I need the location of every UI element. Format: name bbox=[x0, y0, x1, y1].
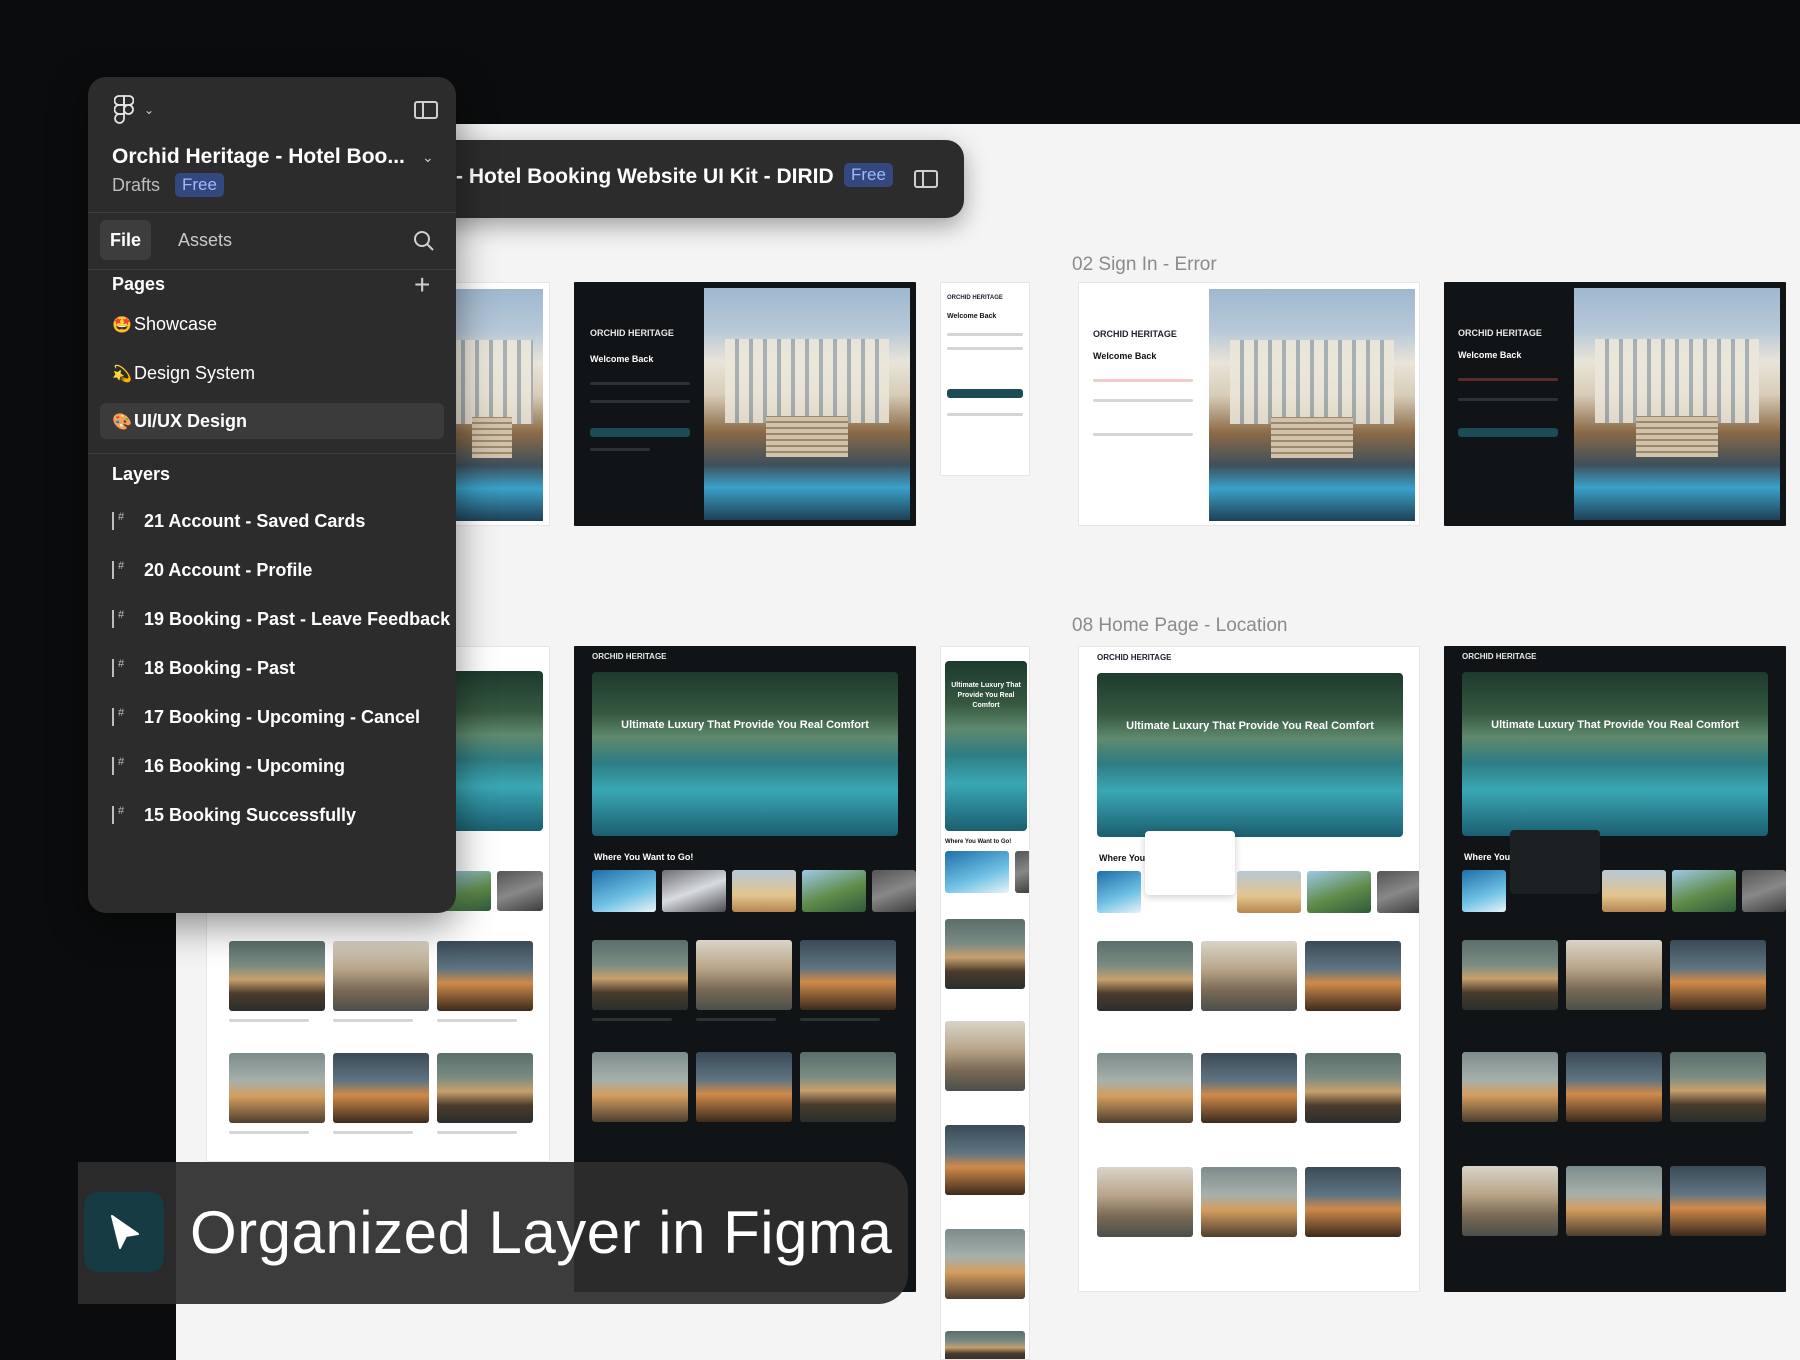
file-title-bar: - Hotel Booking Website UI Kit - DIRID F… bbox=[434, 140, 964, 218]
layer-item[interactable]: 21 Account - Saved Cards bbox=[112, 502, 448, 536]
layer-item[interactable]: 20 Account - Profile bbox=[112, 551, 448, 585]
layer-item-label: 21 Account - Saved Cards bbox=[144, 511, 366, 531]
frame-home-location-light[interactable]: ORCHID HERITAGE Ultimate Luxury That Pro… bbox=[1078, 646, 1420, 1292]
file-name[interactable]: Orchid Heritage - Hotel Boo... bbox=[112, 145, 405, 169]
cursor-arrow-icon bbox=[111, 1215, 139, 1249]
layer-item-label: 19 Booking - Past - Leave Feedback bbox=[144, 609, 451, 629]
cursor-badge bbox=[84, 1192, 164, 1272]
page-item-design-system[interactable]: 💫 Design System bbox=[100, 355, 444, 391]
page-item-showcase[interactable]: 🤩 Showcase bbox=[100, 306, 444, 342]
layer-item[interactable]: 15 Booking Successfully bbox=[112, 796, 448, 830]
banner-headline: Organized Layer in Figma bbox=[190, 1199, 893, 1266]
sidebar-toggle-icon[interactable] bbox=[914, 170, 938, 188]
frame-sign-in-mobile[interactable]: ORCHID HERITAGE Welcome Back bbox=[940, 282, 1030, 476]
frame-sign-in-error-dark[interactable]: ORCHID HERITAGE Welcome Back bbox=[1444, 282, 1786, 526]
frame-sign-in-dark[interactable]: ORCHID HERITAGE Welcome Back bbox=[574, 282, 916, 526]
frame-icon bbox=[112, 649, 126, 679]
page-item-ui-ux-design[interactable]: 🎨 UI/UX Design bbox=[100, 403, 444, 439]
page-emoji: 🎨 bbox=[112, 414, 132, 431]
search-icon[interactable] bbox=[413, 230, 435, 252]
layer-item-label: 18 Booking - Past bbox=[144, 658, 296, 678]
file-location[interactable]: Drafts bbox=[112, 175, 160, 196]
brand-logo: ORCHID HERITAGE bbox=[590, 328, 674, 338]
frame-section-label: 02 Sign In - Error bbox=[1072, 254, 1217, 275]
page-emoji: 💫 bbox=[112, 366, 132, 383]
frame-icon bbox=[112, 796, 126, 826]
page-item-label: Showcase bbox=[134, 314, 218, 334]
welcome-heading: Welcome Back bbox=[590, 354, 654, 364]
tab-assets[interactable]: Assets bbox=[168, 220, 242, 260]
layer-item-label: 20 Account - Profile bbox=[144, 560, 313, 580]
frame-icon bbox=[112, 502, 126, 532]
figma-left-panel: ⌄ Orchid Heritage - Hotel Boo... ⌄ Draft… bbox=[88, 77, 456, 913]
menu-chevron-down-icon[interactable]: ⌄ bbox=[144, 103, 154, 117]
plan-badge: Free bbox=[175, 173, 224, 197]
layer-item-label: 15 Booking Successfully bbox=[144, 805, 357, 825]
pages-heading: Pages bbox=[112, 274, 166, 294]
add-page-icon[interactable]: + bbox=[414, 271, 430, 299]
file-title: - Hotel Booking Website UI Kit - DIRID bbox=[456, 165, 834, 188]
frame-section-label: 08 Home Page - Location bbox=[1072, 615, 1288, 636]
file-menu-chevron-icon[interactable]: ⌄ bbox=[422, 149, 434, 166]
frame-icon bbox=[112, 600, 126, 630]
frame-icon bbox=[112, 551, 126, 581]
layers-heading: Layers bbox=[112, 464, 171, 484]
panel-toggle-icon[interactable] bbox=[414, 101, 438, 119]
page-item-label: Design System bbox=[134, 363, 256, 383]
layer-item[interactable]: 18 Booking - Past bbox=[112, 649, 448, 683]
frame-icon bbox=[112, 698, 126, 728]
frame-home-location-dark[interactable]: ORCHID HERITAGE Ultimate Luxury That Pro… bbox=[1444, 646, 1786, 1292]
layer-item[interactable]: 17 Booking - Upcoming - Cancel bbox=[112, 698, 448, 732]
page-item-label: UI/UX Design bbox=[134, 411, 248, 431]
layer-item-label: 17 Booking - Upcoming - Cancel bbox=[144, 707, 421, 727]
tab-file[interactable]: File bbox=[100, 220, 152, 260]
frame-icon bbox=[112, 747, 126, 777]
layer-item-label: 16 Booking - Upcoming bbox=[144, 756, 346, 776]
frame-sign-in-error-light[interactable]: ORCHID HERITAGE Welcome Back bbox=[1078, 282, 1420, 526]
page-emoji: 🤩 bbox=[112, 317, 132, 334]
frame-sign-in-light-partial[interactable] bbox=[440, 282, 550, 526]
figma-logo-icon[interactable] bbox=[114, 95, 134, 125]
free-plan-badge: Free bbox=[844, 163, 893, 187]
layer-item[interactable]: 16 Booking - Upcoming bbox=[112, 747, 448, 781]
layer-item[interactable]: 19 Booking - Past - Leave Feedback bbox=[112, 600, 451, 634]
frame-home-mobile[interactable]: Ultimate Luxury That Provide You Real Co… bbox=[940, 646, 1030, 1360]
